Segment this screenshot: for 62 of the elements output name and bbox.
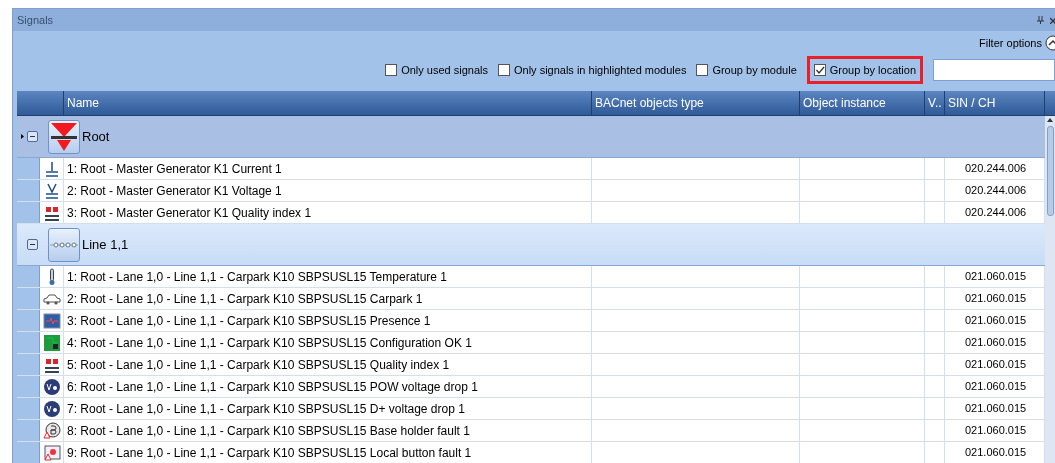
sin-ch-cell: 021.060.015 xyxy=(945,310,1045,331)
checkbox[interactable] xyxy=(497,64,510,76)
column-header[interactable]: BACnet objects type xyxy=(592,91,800,115)
line-bus-icon xyxy=(48,227,80,262)
signal-name-cell: 8: Root - Lane 1,0 - Line 1,1 - Carpark K10 SBPSUSL15 Base holder fault 1 xyxy=(64,420,592,441)
signal-name-cell: 1: Root - Master Generator K1 Current 1 xyxy=(64,158,592,179)
sin-ch-cell: 021.060.015 xyxy=(945,398,1045,419)
checkbox[interactable] xyxy=(385,64,398,76)
signal-name-cell: 3: Root - Master Generator K1 Quality index 1 xyxy=(64,202,592,223)
signal-name-cell: 3: Root - Lane 1,0 - Line 1,1 - Carpark K10 SBPSUSL15 Presence 1 xyxy=(64,310,592,331)
checkbox-label[interactable]: Group by location xyxy=(829,61,916,79)
search-field[interactable] xyxy=(933,59,1055,81)
button-fault-icon xyxy=(42,443,61,462)
column-header[interactable]: Object instance xyxy=(800,91,925,115)
sin-ch-cell: 020.244.006 xyxy=(945,202,1045,223)
signal-name-cell: 9: Root - Lane 1,0 - Line 1,1 - Carpark K10 SBPSUSL15 Local button fault 1 xyxy=(64,442,592,463)
checkbox[interactable] xyxy=(813,64,826,76)
collapse-icon[interactable] xyxy=(27,239,38,250)
sin-ch-cell: 020.244.006 xyxy=(945,158,1045,179)
signal-name-cell: 2: Root - Master Generator K1 Voltage 1 xyxy=(64,180,592,201)
panel-title: Signals xyxy=(17,12,54,28)
signal-name-cell: 2: Root - Lane 1,0 - Line 1,1 - Carpark K10 SBPSUSL15 Carpark 1 xyxy=(64,288,592,309)
pin-icon[interactable] xyxy=(1037,16,1044,24)
column-header[interactable]: Name xyxy=(64,91,592,115)
sin-ch-cell: 021.060.015 xyxy=(945,288,1045,309)
checkbox-label[interactable]: Only used signals xyxy=(401,61,488,79)
sin-ch-cell: 021.060.015 xyxy=(945,266,1045,287)
scroll-up-arrow-icon[interactable] xyxy=(1047,118,1053,122)
circuit-board-icon xyxy=(42,333,61,352)
presence-monitor-icon xyxy=(42,311,61,330)
group-row[interactable]: Root xyxy=(17,116,1045,158)
signal-name-cell: 4: Root - Lane 1,0 - Line 1,1 - Carpark K10 SBPSUSL15 Configuration OK 1 xyxy=(64,332,592,353)
sin-ch-cell: 021.060.015 xyxy=(945,420,1045,441)
vertical-scrollbar[interactable] xyxy=(1045,116,1055,463)
sin-ch-cell: 021.060.015 xyxy=(945,376,1045,397)
close-icon[interactable] xyxy=(1050,16,1055,24)
checkbox-label[interactable]: Group by module xyxy=(712,61,797,79)
group-name: Line 1,1 xyxy=(82,235,129,254)
current-row-marker-icon xyxy=(20,134,24,139)
company-logo-icon xyxy=(48,119,80,154)
filter-options-label: Filter options xyxy=(979,35,1042,51)
checkbox-label[interactable]: Only signals in highlighted modules xyxy=(513,61,687,79)
column-header[interactable]: V.. xyxy=(925,91,945,115)
column-header[interactable]: SIN / CH xyxy=(945,91,1045,115)
sin-ch-cell: 021.060.015 xyxy=(945,354,1045,375)
group-name: Root xyxy=(82,127,110,146)
voltage-drop-icon xyxy=(42,377,61,396)
collapse-chevron-icon[interactable] xyxy=(1045,35,1055,51)
signal-name-cell: 7: Root - Lane 1,0 - Line 1,1 - Carpark K10 SBPSUSL15 D+ voltage drop 1 xyxy=(64,398,592,419)
collapse-icon[interactable] xyxy=(27,131,38,142)
group-row[interactable]: Line 1,1 xyxy=(17,224,1045,266)
checkbox[interactable] xyxy=(696,64,709,76)
base-fault-icon xyxy=(42,421,61,440)
sin-ch-cell: 021.060.015 xyxy=(945,332,1045,353)
sin-ch-cell: 020.244.006 xyxy=(945,180,1045,201)
sin-ch-cell: 021.060.015 xyxy=(945,442,1045,463)
signal-name-cell: 1: Root - Lane 1,0 - Line 1,1 - Carpark K10 SBPSUSL15 Temperature 1 xyxy=(64,266,592,287)
thermometer-icon xyxy=(48,267,55,286)
signal-name-cell: 6: Root - Lane 1,0 - Line 1,1 - Carpark K10 SBPSUSL15 POW voltage drop 1 xyxy=(64,376,592,397)
scrollbar-thumb[interactable] xyxy=(1046,126,1054,216)
voltage-drop-icon xyxy=(42,399,61,418)
signal-name-cell: 5: Root - Lane 1,0 - Line 1,1 - Carpark K10 SBPSUSL15 Quality index 1 xyxy=(64,354,592,375)
